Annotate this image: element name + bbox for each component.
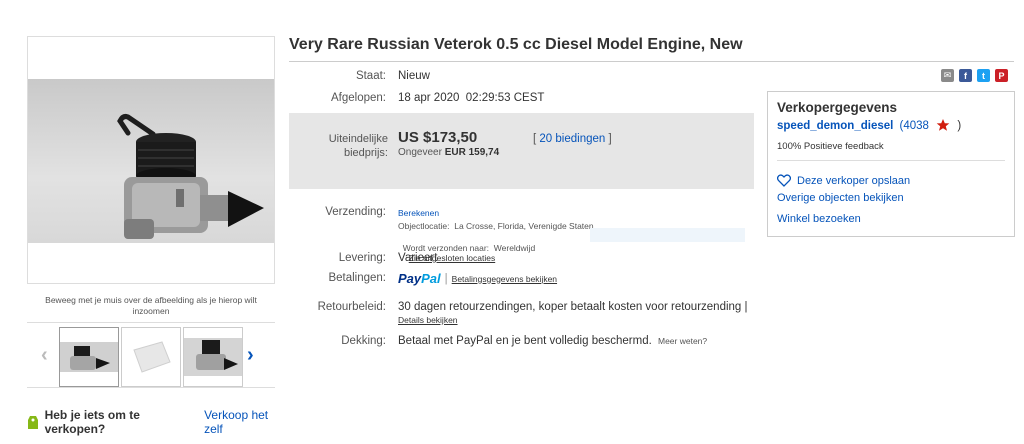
item-title: Very Rare Russian Veterok 0.5 cc Diesel … (289, 36, 743, 53)
ended-value: 18 apr 2020 02:29:53 CEST (398, 92, 545, 104)
shipping-highlight (590, 228, 745, 242)
final-price: US $173,50 (398, 129, 478, 146)
positive-feedback: 100% Positieve feedback (777, 141, 884, 152)
final-bid-label: Uiteindelijke biedprijs: (328, 133, 388, 159)
chevron-right-icon[interactable]: › (247, 345, 254, 365)
thumbnail-strip: ‹ › (27, 322, 275, 388)
seller-divider (777, 160, 1005, 161)
coverage-text: Betaal met PayPal en je bent volledig be… (398, 335, 652, 347)
returns-label: Retourbeleid: (317, 301, 386, 313)
price-tag-icon (28, 416, 38, 429)
ended-label: Afgelopen: (331, 92, 386, 104)
bids-open-bracket: [ (533, 133, 537, 145)
payments-label: Betalingen: (328, 272, 386, 284)
paypal-logo: PayPal (398, 271, 441, 286)
visit-store-link[interactable]: Winkel bezoeken (777, 213, 861, 225)
bids-close-bracket: ] (608, 133, 612, 145)
learn-more-link[interactable]: Meer weten? (658, 336, 707, 346)
converted-price: Ongeveer EUR 159,74 (398, 147, 499, 158)
delivery-value: Varieert (398, 252, 438, 264)
seller-name-row: speed_demon_diesel (4038 ) (777, 118, 961, 132)
engine-image (117, 114, 264, 239)
pinterest-icon[interactable]: P (995, 69, 1008, 82)
bid-history-link[interactable]: 20 biedingen (539, 133, 605, 145)
feedback-score-close: ) (957, 120, 962, 132)
main-product-image[interactable] (27, 36, 275, 284)
bid-count: [ 20 biedingen ] (533, 133, 612, 145)
thumbnail-engine-image (60, 342, 118, 372)
email-icon[interactable]: ✉ (941, 69, 954, 82)
zoom-hint: Beweeg met je muis over de afbeelding al… (45, 295, 257, 316)
sell-question: Heb je iets om te verkopen? (44, 408, 140, 436)
thumbnail-1[interactable] (59, 327, 119, 387)
other-items-link[interactable]: Overige objecten bekijken (777, 192, 904, 204)
condition-label: Staat: (355, 70, 386, 82)
converted-price-value: EUR 159,74 (444, 147, 500, 158)
sell-prompt: Heb je iets om te verkopen? Verkoop het … (27, 408, 287, 436)
converted-price-prefix: Ongeveer (398, 147, 442, 158)
delivery-label: Levering: (338, 252, 386, 264)
sell-it-yourself-link[interactable]: Verkoop het zelf (204, 408, 287, 436)
save-seller-row[interactable]: Deze verkoper opslaan (777, 174, 910, 187)
seller-info-panel: Verkopergegevens speed_demon_diesel (403… (767, 91, 1015, 237)
returns-value: 30 dagen retourzendingen, koper betaalt … (398, 301, 748, 313)
shipping-label: Verzending: (325, 206, 386, 218)
thumbnail-3[interactable] (183, 327, 243, 387)
thumbnail-2[interactable] (121, 327, 181, 387)
payment-methods: PayPal | Betalingsgegevens bekijken (398, 271, 558, 286)
condition-value: Nieuw (398, 70, 430, 82)
coverage-label: Dekking: (341, 335, 386, 347)
star-icon (936, 119, 950, 131)
facebook-icon[interactable]: f (959, 69, 972, 82)
feedback-score-link[interactable]: (4038 (900, 120, 929, 132)
object-location: Objectlocatie: La Crosse, Florida, Veren… (398, 221, 594, 231)
thumbnail-engine-image (184, 338, 242, 376)
image-gallery (27, 36, 275, 284)
save-seller-link[interactable]: Deze verkoper opslaan (797, 175, 910, 187)
heart-icon (777, 174, 791, 187)
thumbnail-box-image (133, 341, 171, 373)
calculate-shipping-link[interactable]: Berekenen (398, 208, 439, 218)
seller-heading: Verkopergegevens (777, 100, 898, 115)
seller-username-link[interactable]: speed_demon_diesel (777, 120, 893, 132)
title-divider (289, 61, 1014, 62)
coverage-value: Betaal met PayPal en je bent volledig be… (398, 335, 707, 347)
returns-details-link[interactable]: Details bekijken (398, 315, 458, 325)
payment-details-link[interactable]: Betalingsgegevens bekijken (452, 274, 557, 284)
twitter-icon[interactable]: t (977, 69, 990, 82)
chevron-left-icon[interactable]: ‹ (41, 345, 48, 365)
